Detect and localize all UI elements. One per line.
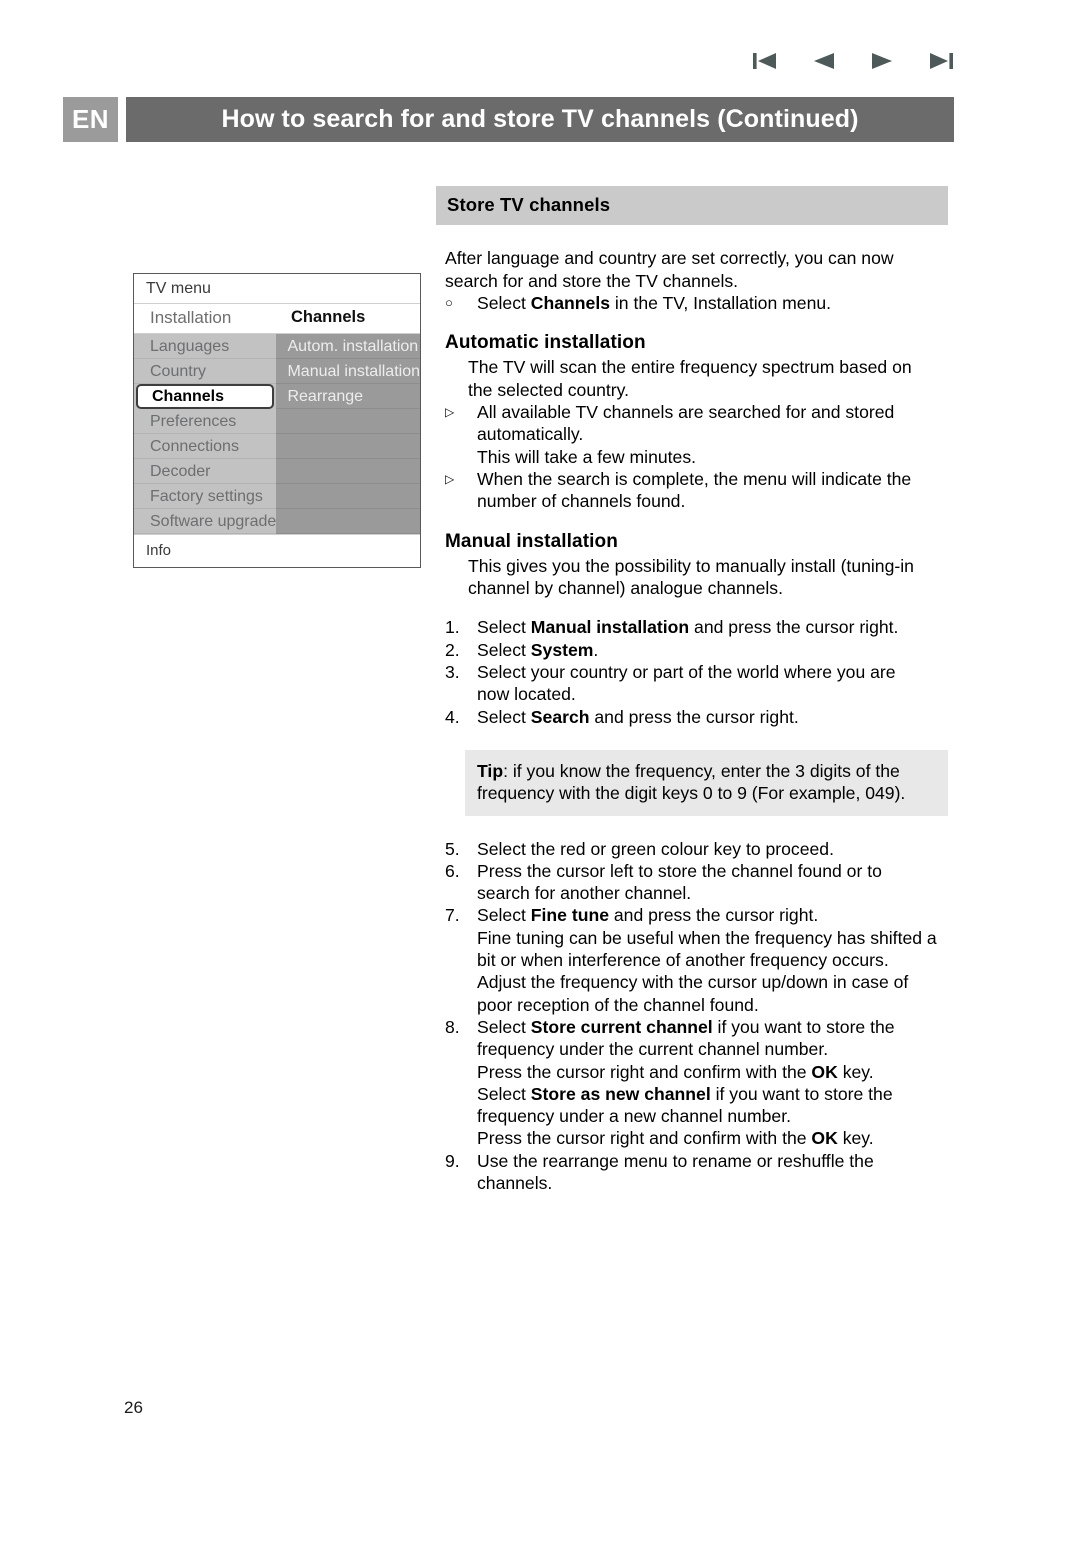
triangle-bullet-icon: ▷ — [445, 471, 455, 486]
auto-bullet-item: ▷ All available TV channels are searched … — [445, 401, 948, 468]
step-number: 7. — [445, 905, 460, 926]
tv-menu-channels-label: Channels — [291, 308, 366, 326]
tv-menu-left-item[interactable]: Factory settings — [134, 484, 277, 509]
numbered-step: 8. Select Store current channel if you wa… — [445, 1016, 948, 1150]
tv-menu-right-item — [276, 509, 420, 534]
previous-page-icon[interactable] — [807, 47, 841, 75]
numbered-step: 5. Select the red or green colour key to … — [445, 838, 948, 860]
step-text: Select Store current channel if you want… — [477, 1016, 895, 1149]
numbered-step: 1. Select Manual installation and press t… — [445, 616, 948, 638]
numbered-step: 9. Use the rearrange menu to rename or re… — [445, 1150, 948, 1195]
step-text: Use the rearrange menu to rename or resh… — [477, 1150, 874, 1193]
step-text: Select your country or part of the world… — [477, 662, 896, 705]
numbered-step: 3. Select your country or part of the wor… — [445, 661, 948, 706]
tv-menu-right-item — [276, 409, 420, 434]
auto-bullet-item: ▷ When the search is complete, the menu w… — [445, 468, 948, 513]
intro-bullet: ○ Select Channels in the TV, Installation… — [445, 292, 948, 314]
tv-menu-right-column: Autom. installation Manual installation Re… — [276, 334, 420, 534]
intro-bullet-text: Select Channels in the TV, Installation … — [477, 292, 832, 313]
step-text: Select the red or green colour key to pr… — [477, 838, 834, 859]
step-number: 2. — [445, 639, 460, 660]
tv-menu-right-item[interactable]: Rearrange — [276, 384, 420, 409]
step-text: Select System. — [477, 639, 599, 660]
page-navigation-arrows — [748, 44, 958, 78]
tv-menu-left-item[interactable]: Preferences — [134, 409, 277, 434]
tv-menu-left-item[interactable]: Connections — [134, 434, 277, 459]
manual-installation-heading: Manual installation — [445, 530, 618, 552]
first-page-icon[interactable] — [748, 47, 782, 75]
step-number: 4. — [445, 706, 460, 727]
automatic-installation-paragraph: The TV will scan the entire frequency sp… — [468, 357, 912, 400]
auto-bullet-text: When the search is complete, the menu wi… — [477, 468, 912, 512]
intro-paragraph: After language and country are set corre… — [445, 248, 894, 291]
step-number: 8. — [445, 1016, 460, 1037]
tv-menu-right-item — [276, 484, 420, 509]
page-title: How to search for and store TV channels … — [221, 105, 859, 133]
tv-menu-left-item[interactable]: Country — [134, 359, 277, 384]
main-content: Store TV channels After language and cou… — [436, 186, 948, 1194]
language-badge: EN — [63, 97, 118, 142]
tv-menu-right-item — [276, 434, 420, 459]
tv-menu-right-item — [276, 459, 420, 484]
tv-menu-title: TV menu — [134, 274, 420, 304]
tv-menu-header-row: Installation Channels — [134, 304, 420, 334]
manual-installation-paragraph: This gives you the possibility to manual… — [468, 555, 914, 599]
tv-menu-left-item[interactable]: Software upgrade — [134, 509, 277, 534]
next-page-icon[interactable] — [865, 47, 899, 75]
tv-menu-right-item[interactable]: Manual installation — [276, 359, 420, 384]
circle-bullet-icon: ○ — [445, 294, 453, 310]
step-number: 6. — [445, 860, 460, 881]
page-number: 26 — [124, 1398, 143, 1417]
tv-menu-illustration: TV menu Installation Channels Languages C… — [133, 273, 421, 568]
tv-menu-left-column: Languages Country Channels Preferences Conne… — [134, 334, 277, 534]
auto-bullet-text: All available TV channels are searched f… — [477, 402, 895, 467]
automatic-installation-heading: Automatic installation — [445, 332, 646, 354]
step-text: Select Search and press the cursor right… — [477, 706, 799, 727]
step-text: Select Manual installation and press the… — [477, 617, 899, 638]
step-number: 3. — [445, 662, 460, 683]
tv-menu-left-item[interactable]: Languages — [134, 334, 277, 359]
tv-menu-left-item[interactable]: Decoder — [134, 459, 277, 484]
step-number: 5. — [445, 838, 460, 859]
header-bar: How to search for and store TV channels … — [126, 97, 954, 142]
step-text: Select Fine tune and press the cursor ri… — [477, 905, 937, 1015]
numbered-step: 2. Select System. — [445, 639, 948, 661]
tv-menu-installation-label: Installation — [150, 308, 232, 327]
tv-menu-info-label: Info — [134, 534, 420, 567]
numbered-step: 6. Press the cursor left to store the cha… — [445, 860, 948, 905]
step-text: Press the cursor left to store the chann… — [477, 860, 882, 904]
tv-menu-columns: Languages Country Channels Preferences Conne… — [134, 334, 420, 534]
numbered-step: 4. Select Search and press the cursor rig… — [445, 706, 948, 728]
step-number: 9. — [445, 1150, 460, 1171]
page-header: EN How to search for and store TV channe… — [63, 97, 954, 142]
triangle-bullet-icon: ▷ — [445, 405, 455, 420]
numbered-step: 7. Select Fine tune and press the cursor … — [445, 904, 948, 1015]
content-body: After language and country are set corre… — [436, 247, 948, 1194]
tv-menu-right-item[interactable]: Autom. installation — [276, 334, 420, 359]
tv-menu-left-item[interactable]: Channels — [136, 384, 275, 409]
last-page-icon[interactable] — [924, 47, 958, 75]
step-number: 1. — [445, 617, 460, 638]
section-title-bar: Store TV channels — [436, 186, 948, 226]
tip-box: Tip: if you know the frequency, enter th… — [465, 749, 948, 816]
